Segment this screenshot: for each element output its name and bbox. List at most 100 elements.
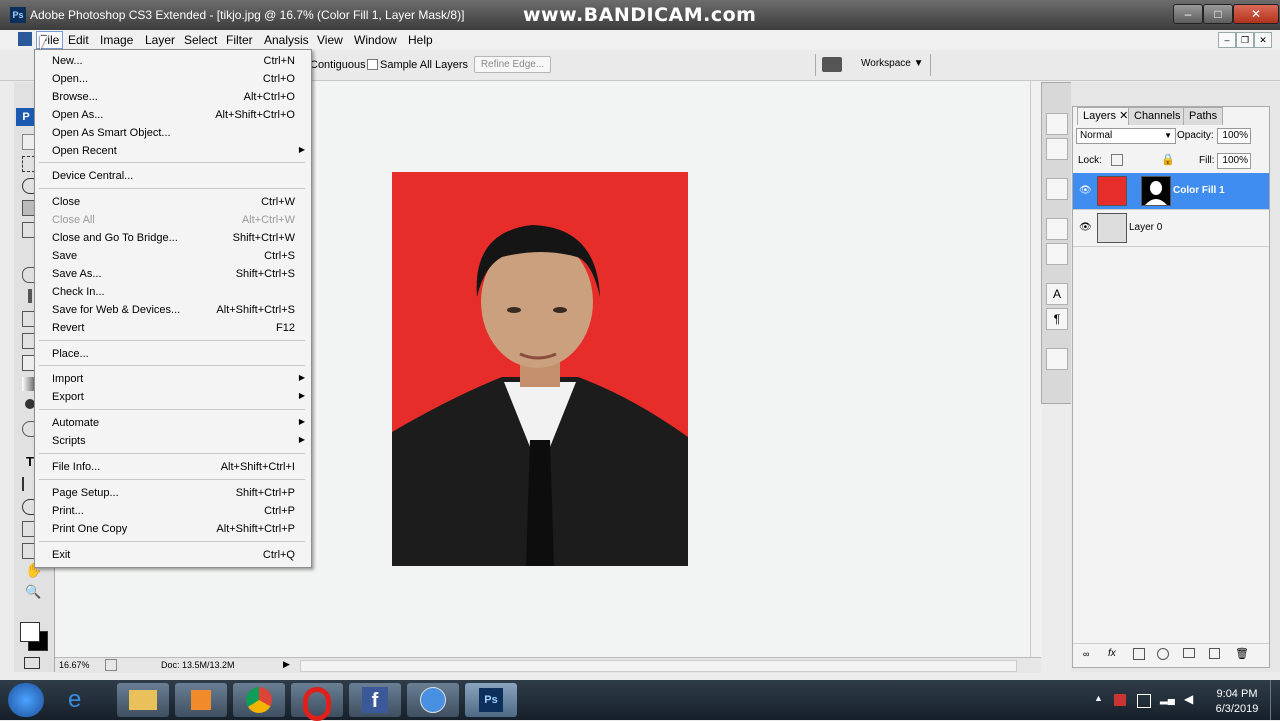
actions-icon[interactable]	[1046, 138, 1068, 160]
file-menu-item[interactable]: Export ▶	[35, 388, 311, 406]
workspace-button[interactable]: Workspace ▼	[861, 58, 924, 69]
file-menu-item[interactable]: New... Ctrl+N	[35, 52, 311, 70]
maximize-button[interactable]: □	[1203, 4, 1233, 24]
file-menu-item[interactable]: Save Ctrl+S	[35, 247, 311, 265]
file-explorer-taskbar-icon[interactable]	[117, 683, 169, 717]
menu-filter[interactable]: Filter	[223, 32, 256, 48]
layer-row[interactable]: 👁 Layer 0	[1073, 210, 1269, 247]
file-menu-item[interactable]: Print One Copy Alt+Shift+Ctrl+P	[35, 520, 311, 538]
tray-device-icon[interactable]	[1137, 694, 1151, 708]
new-group-icon[interactable]	[1183, 648, 1195, 658]
layer-name[interactable]: Color Fill 1	[1173, 185, 1225, 196]
file-menu-item[interactable]: Exit Ctrl+Q	[35, 546, 311, 564]
start-button[interactable]	[8, 683, 44, 717]
opera-taskbar-icon[interactable]	[291, 683, 343, 721]
file-menu-item[interactable]: Open As Smart Object...	[35, 124, 311, 142]
tray-flag-icon[interactable]	[1114, 694, 1126, 706]
menu-view[interactable]: View	[314, 32, 346, 48]
blend-mode-select[interactable]: Normal ▼	[1076, 128, 1176, 144]
internet-explorer-icon[interactable]: e	[68, 686, 81, 714]
refine-edge-button[interactable]: Refine Edge...	[474, 56, 551, 73]
close-button[interactable]: ✕	[1233, 4, 1279, 24]
photoshop-taskbar-icon[interactable]: Ps	[465, 683, 517, 717]
layer-row[interactable]: 👁 Color Fill 1	[1073, 173, 1269, 210]
volume-icon[interactable]: ◀	[1184, 692, 1193, 706]
media-player-taskbar-icon[interactable]	[175, 683, 227, 717]
file-menu-item[interactable]: Check In...	[35, 283, 311, 301]
file-menu-item[interactable]: Automate ▶	[35, 414, 311, 432]
zoom-tool-icon[interactable]: 🔍	[25, 584, 41, 600]
menu-analysis[interactable]: Analysis	[261, 32, 312, 48]
document-image[interactable]	[392, 172, 688, 566]
brush-tool-icon[interactable]	[28, 289, 32, 303]
menu-window[interactable]: Window	[351, 32, 400, 48]
file-menu-item[interactable]: Print... Ctrl+P	[35, 502, 311, 520]
facebook-taskbar-icon[interactable]: f	[349, 683, 401, 717]
fill-input[interactable]: 100%	[1217, 153, 1251, 169]
file-menu-item[interactable]: Scripts ▶	[35, 432, 311, 450]
link-layers-icon[interactable]: ∞	[1083, 649, 1089, 659]
file-menu-item[interactable]: Device Central...	[35, 167, 311, 185]
document-icon[interactable]	[18, 32, 32, 46]
contiguous-label[interactable]: Contiguous	[310, 59, 366, 71]
file-menu-item[interactable]: Browse... Alt+Ctrl+O	[35, 88, 311, 106]
doc-restore-button[interactable]: ❐	[1236, 32, 1254, 48]
photoshop-app-icon[interactable]: Ps	[10, 7, 26, 23]
file-menu-item[interactable]: Open Recent ▶	[35, 142, 311, 160]
type-tool-icon[interactable]: T	[26, 454, 34, 469]
chrome-alt-taskbar-icon[interactable]	[407, 683, 459, 717]
tab-paths[interactable]: Paths	[1183, 107, 1224, 125]
status-arrow-icon[interactable]: ▶	[283, 659, 290, 670]
minimize-button[interactable]: –	[1173, 4, 1203, 24]
visibility-eye-icon[interactable]: 👁	[1079, 185, 1092, 196]
chrome-taskbar-icon[interactable]	[233, 683, 285, 717]
menu-edit[interactable]: Edit	[65, 32, 92, 48]
lock-transparency-icon[interactable]	[1111, 154, 1123, 166]
file-menu-item[interactable]: Place...	[35, 345, 311, 363]
doc-close-button[interactable]: ✕	[1254, 32, 1272, 48]
network-icon[interactable]: ▂▄	[1160, 694, 1175, 705]
navigator-icon[interactable]	[1046, 113, 1068, 135]
show-desktop-button[interactable]	[1270, 680, 1280, 720]
menu-help[interactable]: Help	[405, 32, 436, 48]
file-menu-item[interactable]: Import ▶	[35, 370, 311, 388]
file-menu-item[interactable]: Save As... Shift+Ctrl+S	[35, 265, 311, 283]
menu-layer[interactable]: Layer	[142, 32, 178, 48]
horizontal-scrollbar[interactable]	[300, 660, 1017, 672]
foreground-color-swatch[interactable]	[20, 622, 40, 642]
show-hidden-icons[interactable]: ▲	[1094, 693, 1103, 703]
file-menu-item[interactable]: Page Setup... Shift+Ctrl+P	[35, 484, 311, 502]
taskbar-clock[interactable]: 9:04 PM 6/3/2019	[1208, 687, 1266, 717]
tool-presets-icon[interactable]	[822, 57, 842, 72]
lock-all-icon[interactable]: 🔒	[1161, 153, 1175, 166]
zoom-level[interactable]: 16.67%	[59, 660, 90, 670]
opacity-input[interactable]: 100%	[1217, 128, 1251, 144]
status-icon[interactable]	[105, 659, 117, 671]
trash-icon[interactable]: 🗑	[1235, 647, 1249, 660]
file-menu-item[interactable]: Save for Web & Devices... Alt+Shift+Ctrl+…	[35, 301, 311, 319]
clone-source-icon[interactable]	[1046, 243, 1068, 265]
tool-presets-dock-icon[interactable]	[1046, 178, 1068, 200]
new-layer-icon[interactable]	[1209, 648, 1220, 659]
tab-layers[interactable]: Layers ✕	[1077, 107, 1135, 125]
file-menu-item[interactable]: Open... Ctrl+O	[35, 70, 311, 88]
tab-channels[interactable]: Channels	[1128, 107, 1187, 125]
character-icon[interactable]: A	[1046, 283, 1068, 305]
file-menu-item[interactable]: File Info... Alt+Shift+Ctrl+I	[35, 458, 311, 476]
file-menu-item[interactable]: Close Ctrl+W	[35, 193, 311, 211]
adjustment-layer-icon[interactable]	[1157, 648, 1169, 660]
file-menu-item[interactable]: Close and Go To Bridge... Shift+Ctrl+W	[35, 229, 311, 247]
menu-select[interactable]: Select	[181, 32, 220, 48]
file-menu-item[interactable]: Revert F12	[35, 319, 311, 337]
info-icon[interactable]	[1046, 348, 1068, 370]
brushes-icon[interactable]	[1046, 218, 1068, 240]
visibility-eye-icon[interactable]: 👁	[1079, 222, 1092, 233]
file-menu-item[interactable]: Open As... Alt+Shift+Ctrl+O	[35, 106, 311, 124]
sample-all-layers-checkbox[interactable]	[367, 59, 378, 70]
menu-image[interactable]: Image	[97, 32, 136, 48]
fx-icon[interactable]: fx	[1108, 648, 1116, 659]
quick-mask-icon[interactable]	[24, 657, 40, 669]
paragraph-icon[interactable]: ¶	[1046, 308, 1068, 330]
layer-name[interactable]: Layer 0	[1129, 222, 1162, 233]
doc-minimize-button[interactable]: –	[1218, 32, 1236, 48]
